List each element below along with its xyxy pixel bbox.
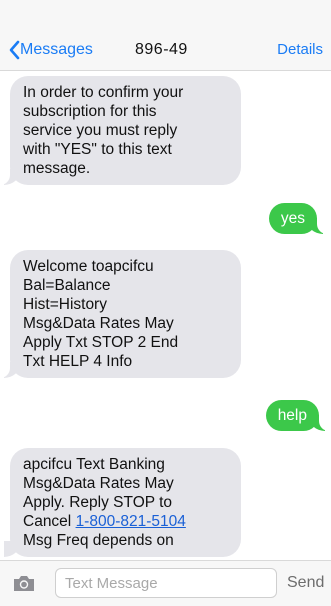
composer-bar: Text Message Send [0,560,331,606]
message-line: Txt HELP 4 Info [23,353,133,370]
message-line: Apply. Reply STOP to [23,494,173,511]
navigation-bar: Messages 896-49 Details [0,0,331,71]
cancel-text: Cancel [23,513,76,530]
back-button[interactable]: Messages [20,40,93,60]
message-input-placeholder: Text Message [65,575,158,592]
message-line: with "YES" to this text [23,141,172,158]
details-button[interactable]: Details [277,40,323,60]
message-thread[interactable]: In order to confirm your subscription fo… [0,70,331,560]
outgoing-message-bubble: yes [268,203,329,234]
phone-number-link[interactable]: 1-800-821-5104 [76,513,186,530]
message-line: Welcome toapcifcu [23,258,154,275]
outgoing-message-bubble: help [265,400,331,431]
message-line: Bal=Balance [23,277,111,294]
message-line: Apply Txt STOP 2 End [23,334,179,351]
message-line: Hist=History [23,296,107,313]
message-input[interactable]: Text Message [55,568,277,598]
incoming-message-bubble: Welcome toapcifcu Bal=Balance Hist=Histo… [0,250,241,378]
message-line: subscription for this [23,103,157,120]
message-line: service you must reply [23,122,178,139]
message-line: message. [23,160,91,177]
message-line-cancel: Cancel 1-800-821-5104 [23,512,228,531]
message-text: yes [280,210,305,227]
message-text: help [277,407,307,424]
send-button[interactable]: Send [287,573,324,593]
message-line: Msg&Data Rates May [23,475,174,492]
message-line: In order to confirm your [23,84,184,101]
camera-icon[interactable] [12,573,36,593]
incoming-message-bubble: In order to confirm your subscription fo… [0,76,241,185]
message-line: Msg Freq depends on [23,532,174,549]
contact-title: 896-49 [135,41,188,58]
message-line: apcifcu Text Banking [23,456,165,473]
incoming-message-bubble: apcifcu Text Banking Msg&Data Rates May … [4,448,241,557]
message-line: Msg&Data Rates May [23,315,174,332]
